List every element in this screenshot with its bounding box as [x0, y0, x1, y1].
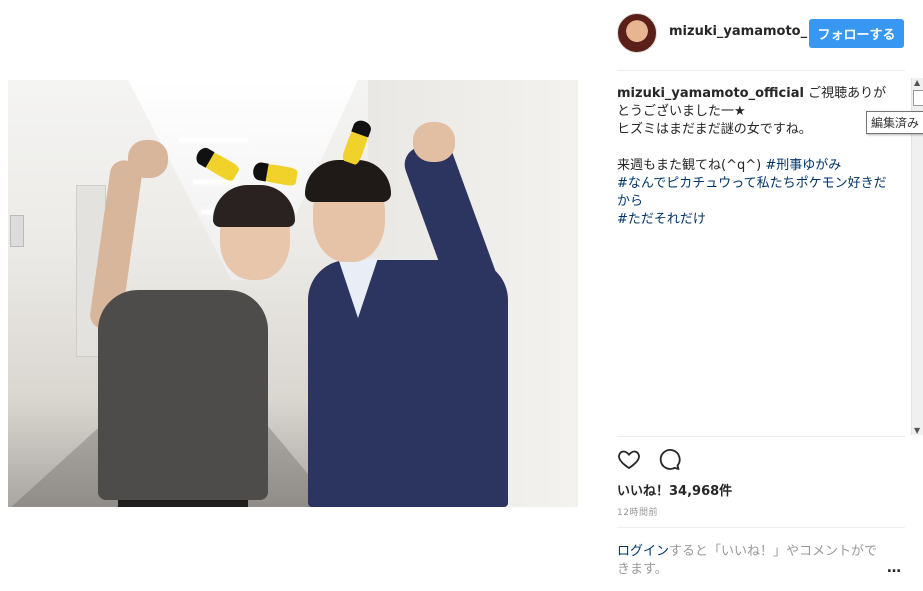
caption-username[interactable]: mizuki_yamamoto_official	[617, 86, 804, 101]
scrollbar-thumb[interactable]	[913, 90, 923, 106]
person2-hair	[305, 160, 391, 202]
header-divider	[617, 70, 905, 71]
person1-body	[98, 290, 268, 500]
tooltip: 編集済み	[866, 111, 923, 134]
heart-icon[interactable]	[617, 447, 641, 471]
footer-divider	[617, 527, 905, 528]
caption: mizuki_yamamoto_official ご視聴ありがとうございました一…	[617, 85, 892, 229]
like-count[interactable]: いいね！34,968件	[617, 480, 732, 499]
post-photo[interactable]	[8, 80, 578, 507]
action-bar	[617, 447, 681, 473]
comment-icon[interactable]	[657, 447, 681, 471]
login-prompt: ログインすると「いいね！」やコメントができます。	[617, 543, 882, 579]
login-link[interactable]: ログイン	[617, 544, 669, 559]
hashtag-link[interactable]: #ただそれだけ	[617, 212, 706, 227]
caption-line3: 来週もまた観てね(^q^)	[617, 158, 766, 173]
scroll-down-arrow-icon[interactable]: ▼	[914, 426, 920, 435]
hashtag-link[interactable]: #なんでピカチュウって私たちポケモン好きだから	[617, 176, 887, 209]
header-username[interactable]: mizuki_yamamoto_	[669, 24, 807, 39]
person1-hand	[128, 140, 168, 178]
post-timestamp[interactable]: 12時間前	[617, 505, 658, 518]
caption-divider	[617, 436, 905, 437]
photo-light	[178, 138, 248, 142]
caption-line2: ヒズミはまだまだ謎の女ですね。	[617, 122, 812, 137]
follow-button[interactable]: フォローする	[809, 19, 904, 48]
more-options-icon[interactable]: …	[887, 560, 902, 576]
person2-hand	[413, 122, 455, 162]
scroll-up-arrow-icon[interactable]: ▲	[914, 78, 920, 87]
photo-sign	[10, 215, 24, 247]
hashtag-link[interactable]: #刑事ゆがみ	[765, 158, 841, 173]
avatar[interactable]	[617, 13, 657, 53]
